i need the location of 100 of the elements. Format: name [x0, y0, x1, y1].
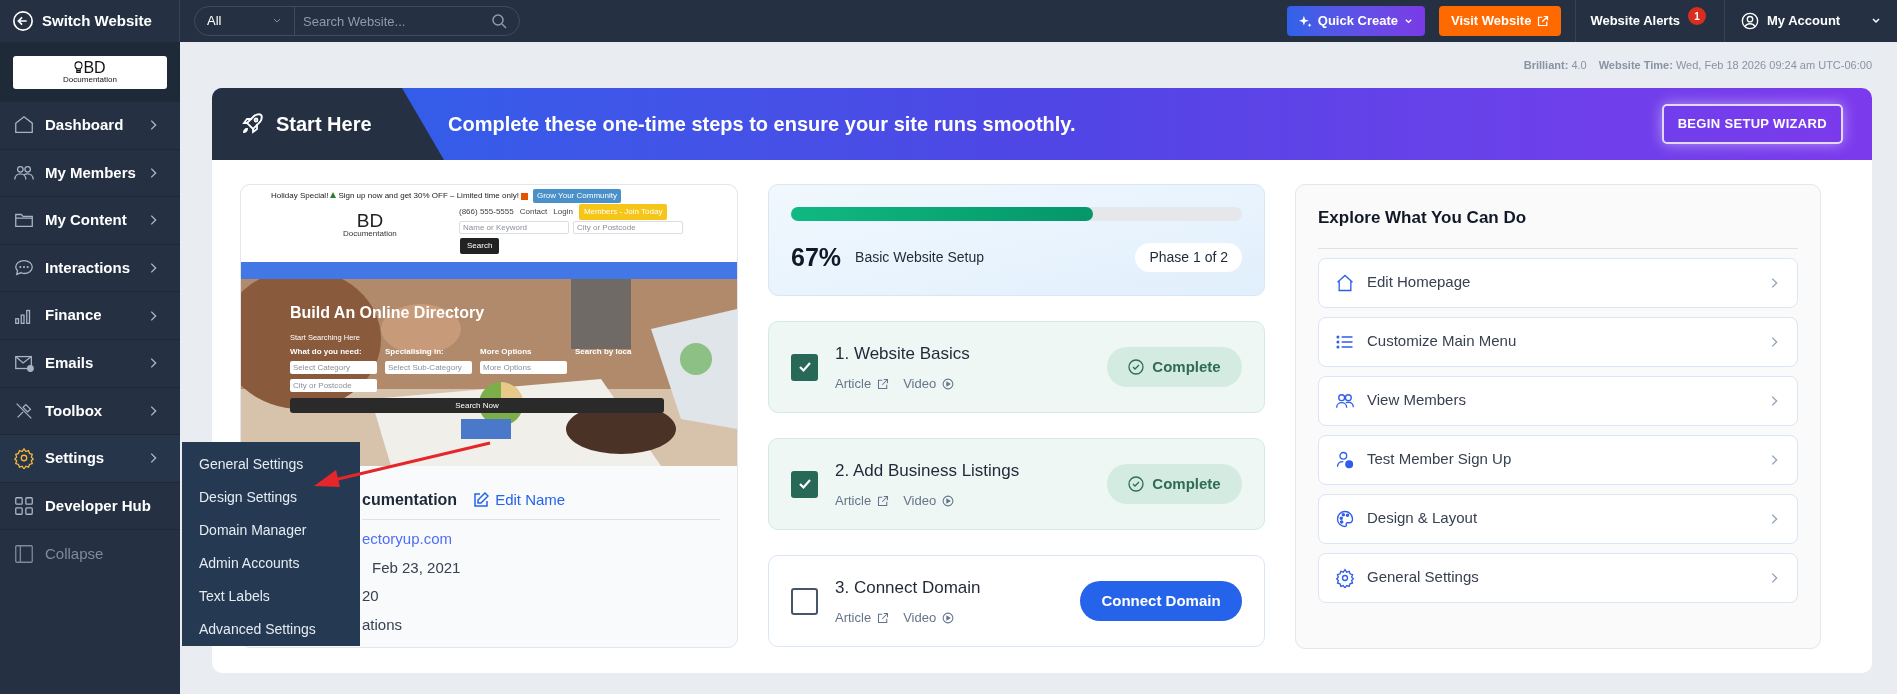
edit-name-link[interactable]: Edit Name [473, 488, 566, 512]
submenu-item[interactable]: Text Labels [182, 580, 360, 613]
site-detail: ations [362, 614, 403, 635]
progress-label: Basic Website Setup [855, 248, 984, 268]
phase-badge: Phase 1 of 2 [1135, 243, 1242, 273]
sidebar-item[interactable]: Finance [0, 292, 180, 340]
edit-icon [473, 492, 490, 508]
search-button[interactable]: Search [460, 238, 500, 254]
step-title: 1. Website Basics [835, 342, 970, 365]
search-now-button[interactable]: Search Now [290, 398, 664, 414]
gift-icon [520, 192, 528, 200]
sidebar-item[interactable]: Emails [0, 339, 180, 388]
explore-item[interactable]: View Members [1318, 375, 1798, 426]
alert-count-badge: 1 [1688, 7, 1706, 25]
input-field: More Options [480, 361, 567, 375]
search-field[interactable]: Search Website... [295, 7, 491, 35]
begin-setup-wizard-button[interactable]: BEGIN SETUP WIZARD [1661, 104, 1843, 144]
banner-title: Start Here [276, 112, 372, 137]
video-link[interactable]: Video [903, 608, 955, 628]
gear-icon [1335, 567, 1355, 588]
video-link[interactable]: Video [903, 491, 955, 511]
sidebar-item[interactable]: Interactions [0, 244, 180, 293]
sidebar-item[interactable]: Settings [0, 435, 180, 483]
explore-item[interactable]: General Settings [1318, 552, 1798, 603]
connect-domain-button[interactable]: Connect Domain [1080, 581, 1242, 621]
external-link-icon [877, 377, 890, 390]
complete-badge: Complete [1107, 464, 1242, 504]
tree-icon [330, 192, 337, 200]
quick-create-button[interactable]: Quick Create [1286, 6, 1425, 36]
external-link-icon [877, 494, 890, 507]
submenu-item[interactable]: General Settings [182, 448, 360, 481]
grid-icon [13, 495, 35, 518]
search-bar[interactable]: All Search Website... [194, 6, 520, 36]
check-circle-icon [1128, 359, 1145, 375]
checkmark-icon [797, 360, 812, 374]
progress-percent: 67% [791, 242, 842, 273]
explore-item[interactable]: Test Member Sign Up [1318, 434, 1798, 485]
sidebar-item[interactable]: My Content [0, 197, 180, 245]
field-label: What do you need: [290, 346, 363, 359]
site-link[interactable]: ectoryup.com [362, 528, 453, 551]
article-link[interactable]: Article [835, 608, 890, 628]
explore-item[interactable]: Design & Layout [1318, 493, 1798, 544]
input-field: Name or Keyword [459, 221, 569, 234]
preview-logo: BD Documentation [343, 211, 397, 238]
phone-text: (866) 555-5555 [459, 206, 514, 218]
promo-text: Holiday Special! [271, 190, 329, 202]
submenu-item[interactable]: Design Settings [182, 481, 360, 514]
complete-badge: Complete [1107, 347, 1242, 387]
article-link[interactable]: Article [835, 491, 890, 511]
promo-text: Sign up now and get 30% OFF – Limited time only! [338, 190, 519, 202]
sidebar-item[interactable]: My Members [0, 149, 180, 198]
site-detail: 20 [362, 586, 379, 606]
sparkle-icon [1298, 14, 1312, 28]
explore-item[interactable]: Customize Main Menu [1318, 316, 1798, 367]
my-account-button[interactable]: My Account [1741, 11, 1881, 31]
hero-title: Build An Online Directory [290, 305, 486, 321]
external-link-icon [877, 611, 890, 624]
info-text: Website Time: Wed, Feb 18 2026 09:24 am UTC-06:00 [1598, 57, 1872, 73]
play-icon [942, 377, 955, 390]
site-logo: BD Documentation [13, 55, 167, 89]
sidebar-item[interactable]: Developer Hub [0, 482, 180, 531]
chevron-down-icon [1871, 16, 1881, 26]
external-link-icon [1537, 15, 1550, 27]
input-field: Select Sub-Category [385, 361, 472, 375]
submenu-item[interactable]: Domain Manager [182, 514, 360, 547]
sidebar-item[interactable]: Collapse [0, 530, 180, 578]
palette-icon [1335, 508, 1355, 529]
site-name: cumentation [362, 490, 458, 510]
play-icon [942, 611, 955, 624]
scope-dropdown[interactable]: All [195, 7, 295, 35]
field-label: Search by loca [575, 346, 633, 359]
checkbox[interactable] [791, 587, 818, 615]
step-title: 3. Connect Domain [835, 576, 981, 599]
checkbox[interactable] [791, 470, 818, 498]
play-icon [942, 494, 955, 507]
gear-icon [13, 447, 35, 470]
user-check-icon [1335, 449, 1355, 470]
checkbox[interactable] [791, 353, 818, 381]
check-circle-icon [1128, 476, 1145, 492]
input-field: Select Category [290, 361, 377, 375]
submenu-item[interactable]: Admin Accounts [182, 547, 360, 580]
submenu-item[interactable]: Advanced Settings [182, 613, 360, 646]
user-icon [1741, 12, 1759, 30]
banner-message: Complete these one-time steps to ensure your site runs smoothly. [448, 112, 1076, 137]
sidebar-item[interactable]: Dashboard [0, 102, 180, 150]
step-title: 2. Add Business Listings [835, 459, 1020, 482]
article-link[interactable]: Article [835, 374, 890, 394]
login-link[interactable]: Login [553, 206, 573, 218]
video-link[interactable]: Video [903, 374, 955, 394]
explore-item[interactable]: Edit Homepage [1318, 257, 1798, 308]
contact-link[interactable]: Contact [519, 206, 548, 218]
search-icon[interactable] [491, 13, 507, 29]
sidebar-panel-icon [13, 543, 35, 566]
input-field: City or Postcode [290, 379, 377, 393]
home-icon [1335, 272, 1355, 293]
explore-title: Explore What You Can Do [1318, 208, 1527, 227]
checkmark-icon [797, 477, 812, 491]
lightbulb-icon [74, 61, 84, 75]
input-field: City or Postcode [573, 221, 683, 234]
field-label: More Options [480, 346, 533, 359]
